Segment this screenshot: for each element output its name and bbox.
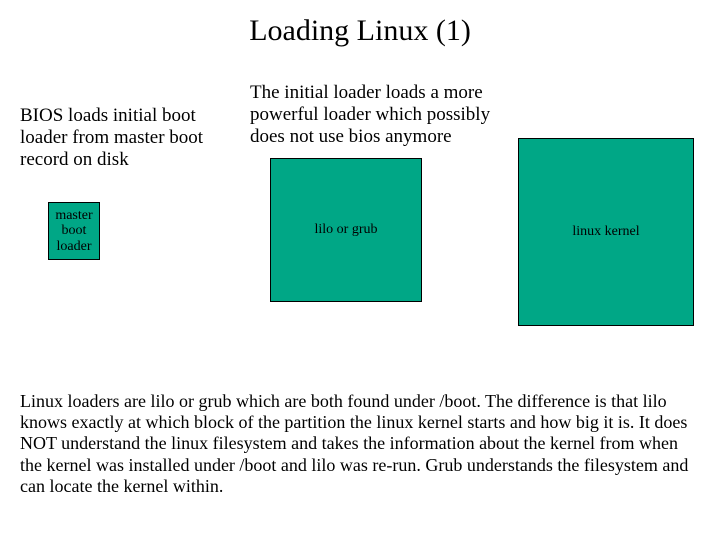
slide-title: Loading Linux (1) — [0, 14, 720, 48]
description-loader: The initial loader loads a more powerful… — [250, 82, 520, 148]
box-master-boot-loader: master boot loader — [48, 202, 100, 260]
box-label: master boot loader — [51, 208, 97, 254]
description-bios: BIOS loads initial boot loader from mast… — [20, 105, 230, 171]
box-label: lilo or grub — [315, 222, 378, 237]
box-linux-kernel: linux kernel — [518, 138, 694, 326]
box-lilo-grub: lilo or grub — [270, 158, 422, 302]
footer-paragraph: Linux loaders are lilo or grub which are… — [20, 391, 704, 497]
box-label: linux kernel — [572, 224, 639, 239]
